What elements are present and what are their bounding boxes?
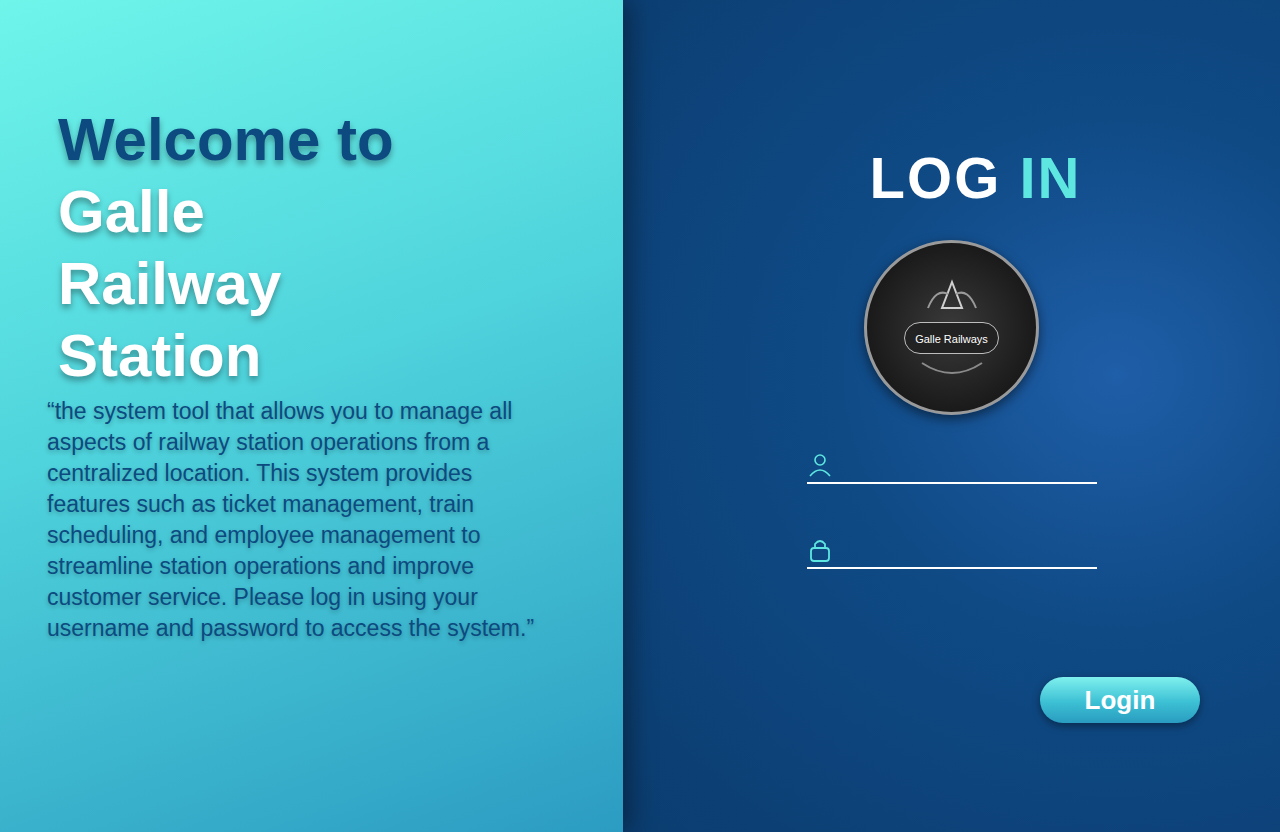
logo: Galle Railways: [864, 240, 1039, 415]
welcome-heading: Welcome to: [58, 104, 623, 176]
station-name-line: Station: [58, 320, 623, 392]
welcome-panel: Welcome toGalleRailwayStation “the syste…: [0, 0, 623, 832]
description: “the system tool that allows you to mana…: [47, 396, 547, 644]
username-input[interactable]: [841, 451, 1097, 478]
station-name-line: Galle: [58, 176, 623, 248]
logo-text: Galle Railways: [915, 333, 988, 345]
password-input[interactable]: [841, 536, 1097, 563]
lock-icon: [807, 537, 833, 563]
user-icon: [807, 452, 833, 478]
station-name-line: Railway: [58, 248, 623, 320]
password-field[interactable]: [807, 536, 1097, 569]
login-panel: LOG IN Galle Railways Login: [623, 0, 1280, 832]
login-title: LOG IN: [822, 146, 1082, 210]
crest-icon: [922, 278, 982, 318]
login-button[interactable]: Login: [1040, 677, 1200, 723]
username-field[interactable]: [807, 451, 1097, 484]
ornament-icon: [917, 358, 987, 378]
